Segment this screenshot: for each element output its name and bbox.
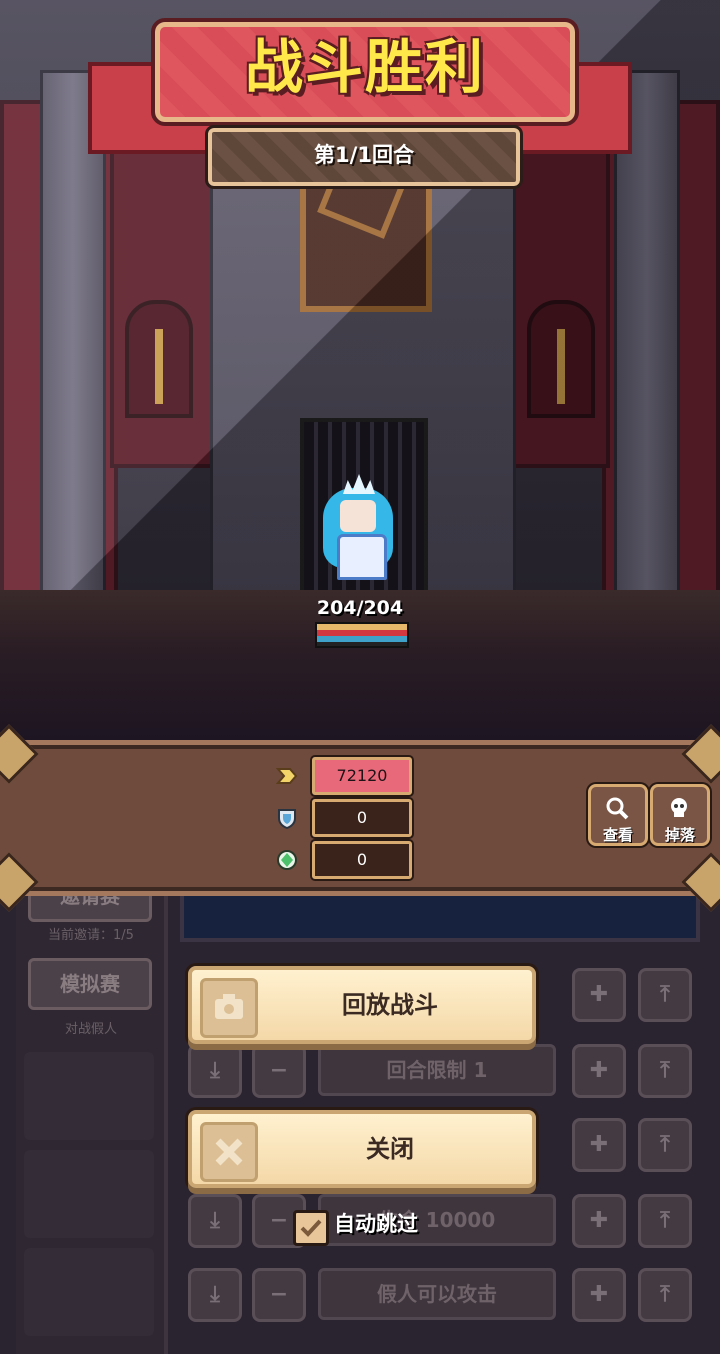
minus-button[interactable]: −: [252, 1044, 306, 1098]
max-button[interactable]: ⤒: [638, 1118, 692, 1172]
close-button[interactable]: 关闭: [188, 1110, 536, 1188]
replay-battle-label: 回放战斗: [342, 991, 438, 1019]
shield-value: 0: [312, 799, 412, 837]
hero-sprite[interactable]: [315, 470, 405, 580]
simulation-subtext: 对战假人: [64, 1022, 117, 1037]
plus-button[interactable]: ✚: [572, 1118, 626, 1172]
close-icon: [215, 1138, 243, 1166]
gold-arrow-icon: [276, 768, 298, 784]
drop-button[interactable]: 掉落: [650, 784, 710, 846]
left-slot: [24, 1248, 154, 1336]
dummy-attack-field[interactable]: 假人可以攻击: [318, 1268, 556, 1320]
auto-skip-label[interactable]: 自动跳过: [334, 1208, 418, 1238]
replay-battle-button[interactable]: 回放战斗: [188, 966, 536, 1044]
close-label: 关闭: [366, 1135, 414, 1163]
plus-button[interactable]: ✚: [572, 968, 626, 1022]
hero-face: [340, 500, 376, 532]
left-slot: [24, 1150, 154, 1238]
max-button[interactable]: ⤒: [638, 1268, 692, 1322]
simulation-button[interactable]: 模拟赛: [28, 958, 152, 1010]
drop-button-label: 掉落: [664, 826, 695, 844]
gem-value: 0: [312, 841, 412, 879]
shield-reward-row: 0: [272, 799, 412, 837]
close-icon-box: [200, 1122, 258, 1182]
max-button[interactable]: ⤒: [638, 1194, 692, 1248]
max-button[interactable]: ⤒: [638, 968, 692, 1022]
left-column: 邀请赛 当前邀请：1/5 模拟赛 对战假人: [16, 870, 168, 1354]
hero-hp-bar: [315, 622, 409, 648]
min-button[interactable]: ⤓: [188, 1268, 242, 1322]
minus-button[interactable]: −: [252, 1268, 306, 1322]
hp-bar-shield: [317, 636, 407, 642]
view-button[interactable]: 查看: [588, 784, 648, 846]
max-button[interactable]: ⤒: [638, 1044, 692, 1098]
replay-icon-box: [200, 978, 258, 1038]
plus-button[interactable]: ✚: [572, 1268, 626, 1322]
shield-icon: [278, 809, 296, 829]
magnifier-icon: [606, 797, 629, 820]
view-button-label: 查看: [602, 826, 633, 844]
gem-reward-row: 0: [272, 841, 412, 879]
round-counter: 第1/1回合: [314, 143, 414, 167]
min-button[interactable]: ⤓: [188, 1044, 242, 1098]
current-invite-text: 当前邀请：1/5: [48, 928, 134, 943]
auto-skip-checkbox[interactable]: [293, 1210, 329, 1246]
round-limit-field[interactable]: 回合限制 1: [318, 1044, 556, 1096]
min-button[interactable]: ⤓: [188, 1194, 242, 1248]
left-slot: [24, 1052, 154, 1140]
gold-reward-row: 72120: [272, 757, 412, 795]
camera-icon: [215, 994, 243, 1019]
skull-icon: [671, 798, 687, 817]
plus-button[interactable]: ✚: [572, 1194, 626, 1248]
green-gem-icon: [277, 850, 297, 870]
gold-value: 72120: [312, 757, 412, 795]
plus-button[interactable]: ✚: [572, 1044, 626, 1098]
victory-title: 战斗胜利: [244, 33, 485, 101]
hero-dress: [337, 534, 387, 580]
crown-icon: [343, 474, 375, 494]
hero-hp-text: 204/204: [316, 597, 404, 619]
checkmark-icon: [300, 1219, 322, 1237]
